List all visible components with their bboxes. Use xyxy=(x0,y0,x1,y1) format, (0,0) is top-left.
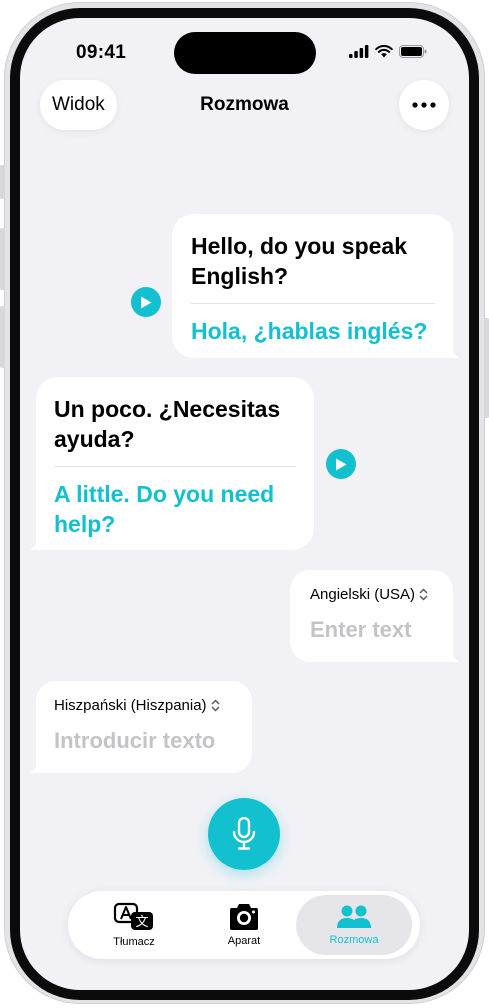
message-source-text: Hello, do you speak English? xyxy=(191,233,407,289)
play-translation-button[interactable] xyxy=(131,287,161,317)
side-button-action xyxy=(0,165,5,199)
message-bubble-outgoing: Hello, do you speak English? Hola, ¿habl… xyxy=(172,214,459,358)
bubble-tail xyxy=(30,536,44,550)
bubble-tail xyxy=(445,648,459,662)
input-bubble-spanish[interactable]: Hiszpański (Hiszpania) Introducir texto xyxy=(30,681,252,773)
tab-translate[interactable]: 文 Tłumacz xyxy=(76,895,192,955)
play-icon xyxy=(141,296,152,308)
message-translation-text: Hola, ¿hablas inglés? xyxy=(191,318,428,344)
tab-label: Aparat xyxy=(227,935,261,947)
message-divider xyxy=(191,303,435,304)
input-bubble-english[interactable]: Angielski (USA) Enter text xyxy=(290,570,459,662)
language-label: Hiszpański (Hiszpania) xyxy=(54,697,207,714)
microphone-icon xyxy=(232,817,256,850)
screen: 09:41 Widok Rozmowa Hello, do you speak … xyxy=(20,18,469,990)
play-translation-button[interactable] xyxy=(326,449,356,479)
translate-icon: 文 xyxy=(113,902,153,930)
play-icon xyxy=(336,458,347,470)
people-icon xyxy=(337,905,371,928)
dynamic-island xyxy=(174,32,316,74)
language-label: Angielski (USA) xyxy=(310,586,416,603)
tab-bar: 文 Tłumacz Aparat Rozmowa xyxy=(68,891,420,959)
cellular-signal-icon xyxy=(349,45,369,58)
camera-icon xyxy=(230,904,258,930)
language-selector[interactable]: Angielski (USA) xyxy=(310,586,453,603)
chevron-up-down-icon xyxy=(211,699,220,712)
message-divider xyxy=(54,466,296,467)
text-input-placeholder[interactable]: Enter text xyxy=(310,617,453,643)
tab-conversation[interactable]: Rozmowa xyxy=(296,895,412,955)
bubble-tail xyxy=(30,759,44,773)
message-bubble-incoming: Un poco. ¿Necesitas ayuda? A little. Do … xyxy=(30,377,314,550)
chevron-up-down-icon xyxy=(419,588,428,601)
language-selector[interactable]: Hiszpański (Hiszpania) xyxy=(54,697,252,714)
side-button-volume-down xyxy=(0,306,5,368)
svg-text:文: 文 xyxy=(135,915,148,930)
ellipsis-icon xyxy=(412,102,436,108)
battery-icon xyxy=(399,45,427,58)
microphone-button[interactable] xyxy=(208,798,280,870)
more-button[interactable] xyxy=(399,80,449,130)
bubble-tail xyxy=(445,344,459,358)
tab-label: Tłumacz xyxy=(113,936,155,948)
message-source-text: Un poco. ¿Necesitas ayuda? xyxy=(54,396,281,452)
wifi-icon xyxy=(375,45,393,58)
status-time: 09:41 xyxy=(76,42,127,63)
tab-label: Rozmowa xyxy=(329,934,379,946)
status-icons xyxy=(349,45,427,58)
side-button-power xyxy=(484,318,489,418)
message-translation-text: A little. Do you need help? xyxy=(54,481,275,537)
text-input-placeholder[interactable]: Introducir texto xyxy=(54,728,252,754)
tab-camera[interactable]: Aparat xyxy=(186,895,302,955)
side-button-volume-up xyxy=(0,228,5,290)
